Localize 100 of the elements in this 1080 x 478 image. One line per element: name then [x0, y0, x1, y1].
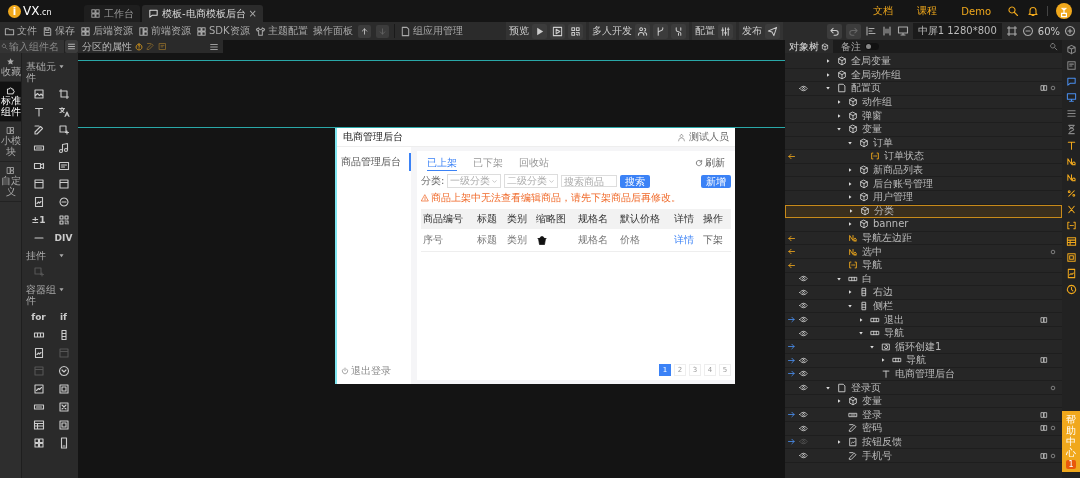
bell-icon[interactable]: [1027, 5, 1039, 17]
editor-tab[interactable]: 工作台: [84, 5, 140, 22]
eye-icon[interactable]: [799, 369, 808, 379]
table-icon[interactable]: [32, 418, 45, 431]
component-item[interactable]: if: [60, 311, 67, 322]
triangle-icon[interactable]: [836, 126, 842, 133]
bubble-icon[interactable]: [57, 195, 70, 208]
header-link[interactable]: 文档: [873, 4, 894, 18]
image-icon[interactable]: [32, 87, 45, 100]
triangle-icon[interactable]: [836, 112, 842, 119]
toolbar-button[interactable]: 后端资源: [80, 24, 133, 38]
triangle-icon[interactable]: [836, 275, 842, 282]
tree-row[interactable]: 循环创建1: [785, 340, 1062, 355]
triangle-icon[interactable]: [847, 221, 853, 228]
tree-row[interactable]: 退出: [785, 313, 1062, 327]
tree-row[interactable]: 订单状态: [785, 150, 1062, 164]
toolbar-button[interactable]: 文件: [4, 24, 37, 38]
eye-icon[interactable]: [799, 328, 808, 338]
tree-row[interactable]: 右边: [785, 286, 1062, 300]
action-button[interactable]: [765, 23, 781, 39]
action-button[interactable]: [653, 23, 669, 39]
triangle-icon[interactable]: [869, 343, 875, 350]
close-button[interactable]: ×: [248, 8, 257, 19]
eye-icon[interactable]: [799, 423, 808, 433]
tree-row[interactable]: 密码: [785, 422, 1062, 436]
triangle-icon[interactable]: [858, 316, 864, 323]
picture-icon[interactable]: [32, 195, 45, 208]
tree-row[interactable]: 全局变量: [785, 55, 1062, 69]
action-button[interactable]: [532, 23, 548, 39]
eye-icon[interactable]: [799, 274, 808, 284]
distribute-icon[interactable]: [880, 25, 893, 37]
toolbar-button[interactable]: SDK资源: [196, 24, 250, 38]
tree-row[interactable]: 导航: [785, 258, 1062, 273]
tree-row[interactable]: 变量: [785, 122, 1062, 137]
table-icon[interactable]: [1065, 236, 1077, 247]
action-button[interactable]: [671, 23, 687, 39]
triangle-icon[interactable]: [847, 289, 853, 296]
editor-tab[interactable]: 模板-电商模板后台 ×: [142, 5, 263, 22]
section-header[interactable]: 容器组件: [26, 284, 76, 306]
tree-row[interactable]: 导航: [785, 354, 1062, 368]
tree-row[interactable]: 登录: [785, 408, 1062, 423]
section-header[interactable]: 基础元件: [26, 61, 76, 83]
picture-icon[interactable]: [32, 346, 45, 359]
tree-row[interactable]: 配置页: [785, 82, 1062, 96]
zoom-out-icon[interactable]: [1021, 25, 1034, 37]
search-field[interactable]: 输入组件名: [0, 40, 64, 53]
up-button[interactable]: [357, 24, 371, 38]
object-tree-tab[interactable]: 对象树: [785, 40, 833, 53]
triangle-icon[interactable]: [847, 180, 853, 187]
triangle-icon[interactable]: [825, 384, 831, 391]
tree-row[interactable]: 选中: [785, 245, 1062, 259]
detail-link[interactable]: 详情: [673, 234, 694, 245]
triangle-icon[interactable]: [858, 330, 864, 337]
picture-icon[interactable]: [1065, 268, 1077, 279]
tree-row[interactable]: 动作组: [785, 95, 1062, 110]
header-link[interactable]: Demo: [961, 5, 991, 17]
monitor-icon[interactable]: [896, 25, 909, 37]
screen-size-field[interactable]: 中屏1 1280*800: [912, 23, 1002, 39]
undo-button[interactable]: [826, 23, 842, 39]
eye-icon[interactable]: [799, 383, 808, 393]
search-button[interactable]: 搜索: [620, 174, 651, 188]
action-button[interactable]: [568, 23, 584, 39]
eye-icon[interactable]: [799, 84, 808, 93]
eye-icon[interactable]: [799, 287, 808, 297]
menu-icon[interactable]: [209, 41, 219, 52]
eye-icon[interactable]: [799, 301, 808, 311]
chat-icon[interactable]: [1065, 76, 1077, 87]
note-icon[interactable]: [1065, 60, 1077, 71]
section-header[interactable]: 挂件: [26, 250, 76, 261]
panel-icon[interactable]: [57, 382, 70, 395]
translate-icon[interactable]: [57, 105, 70, 118]
tree-row[interactable]: 变量: [785, 394, 1062, 409]
clock-icon[interactable]: [1065, 284, 1077, 295]
side-tab[interactable]: 自定义: [0, 162, 21, 202]
triangle-icon[interactable]: [825, 58, 831, 65]
tree-row[interactable]: 白: [785, 272, 1062, 287]
triangle-icon[interactable]: [825, 85, 831, 92]
eye-icon[interactable]: [799, 355, 808, 365]
toolbar-button[interactable]: 保存: [42, 24, 75, 38]
monitor-icon[interactable]: [1065, 92, 1077, 103]
action-button[interactable]: [718, 23, 734, 39]
align-left-icon[interactable]: [864, 25, 877, 37]
component-item[interactable]: ±1: [31, 214, 46, 225]
tree-row[interactable]: 用户管理: [785, 190, 1062, 205]
unlist-link[interactable]: 下架: [703, 234, 724, 245]
grid-icon[interactable]: [32, 436, 45, 449]
action-button[interactable]: [550, 23, 566, 39]
triangle-icon[interactable]: [847, 303, 853, 309]
tree-row[interactable]: 全局动作组: [785, 68, 1062, 83]
tree-row[interactable]: 按钮反馈: [785, 435, 1062, 450]
screen-icon[interactable]: [57, 159, 70, 172]
eye-icon[interactable]: [799, 451, 808, 460]
tree-row[interactable]: 电商管理后台: [785, 367, 1062, 382]
tree-row[interactable]: 订单: [785, 136, 1062, 151]
tree-row[interactable]: 新商品列表: [785, 163, 1062, 178]
number-sign-icon[interactable]: [1065, 156, 1077, 167]
eye-icon[interactable]: [799, 315, 808, 325]
slider-icon[interactable]: [32, 382, 45, 395]
triangle-icon[interactable]: [825, 71, 831, 78]
hourglass-icon[interactable]: [1065, 124, 1077, 135]
